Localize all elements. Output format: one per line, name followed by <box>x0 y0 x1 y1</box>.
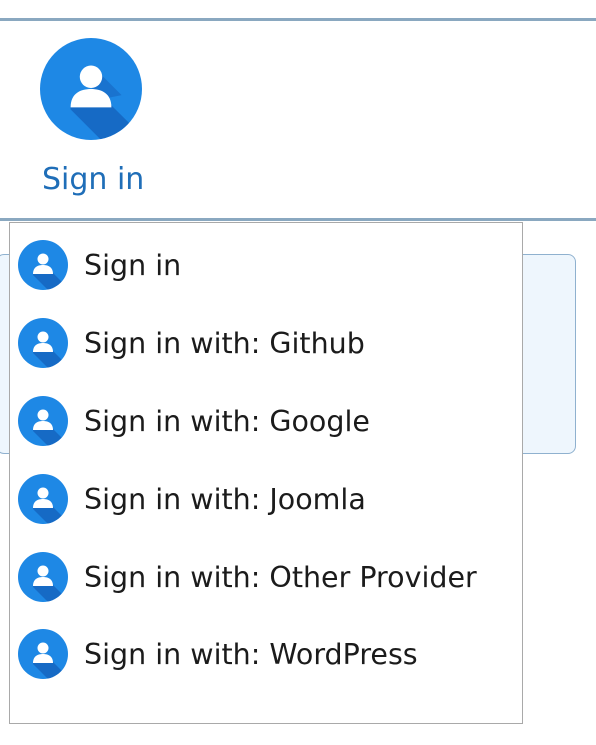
page: Sign in Sign in Sign in with: Github Sig… <box>0 0 596 745</box>
sign-in-button[interactable]: Sign in <box>38 38 148 198</box>
menu-item-sign-in[interactable]: Sign in <box>10 235 522 295</box>
user-avatar-icon <box>40 38 142 140</box>
user-avatar-icon <box>18 629 68 679</box>
sign-in-label: Sign in <box>42 162 145 197</box>
user-avatar-icon <box>18 318 68 368</box>
menu-item-sign-in-other-provider[interactable]: Sign in with: Other Provider <box>10 547 522 607</box>
menu-item-label: Sign in with: Other Provider <box>84 560 477 594</box>
menu-item-label: Sign in with: Github <box>84 326 365 360</box>
menu-item-label: Sign in with: WordPress <box>84 637 418 671</box>
menu-item-sign-in-wordpress[interactable]: Sign in with: WordPress <box>10 624 522 684</box>
menu-item-label: Sign in with: Joomla <box>84 482 366 516</box>
user-avatar-icon <box>18 552 68 602</box>
menu-item-label: Sign in with: Google <box>84 404 370 438</box>
menu-item-label: Sign in <box>84 248 182 282</box>
user-avatar-icon <box>18 240 68 290</box>
menu-item-sign-in-github[interactable]: Sign in with: Github <box>10 313 522 373</box>
sign-in-dropdown: Sign in Sign in with: Github Sign in wit… <box>9 222 523 724</box>
user-avatar-icon <box>18 396 68 446</box>
menu-item-sign-in-google[interactable]: Sign in with: Google <box>10 391 522 451</box>
menu-item-sign-in-joomla[interactable]: Sign in with: Joomla <box>10 469 522 529</box>
user-avatar-icon <box>18 474 68 524</box>
